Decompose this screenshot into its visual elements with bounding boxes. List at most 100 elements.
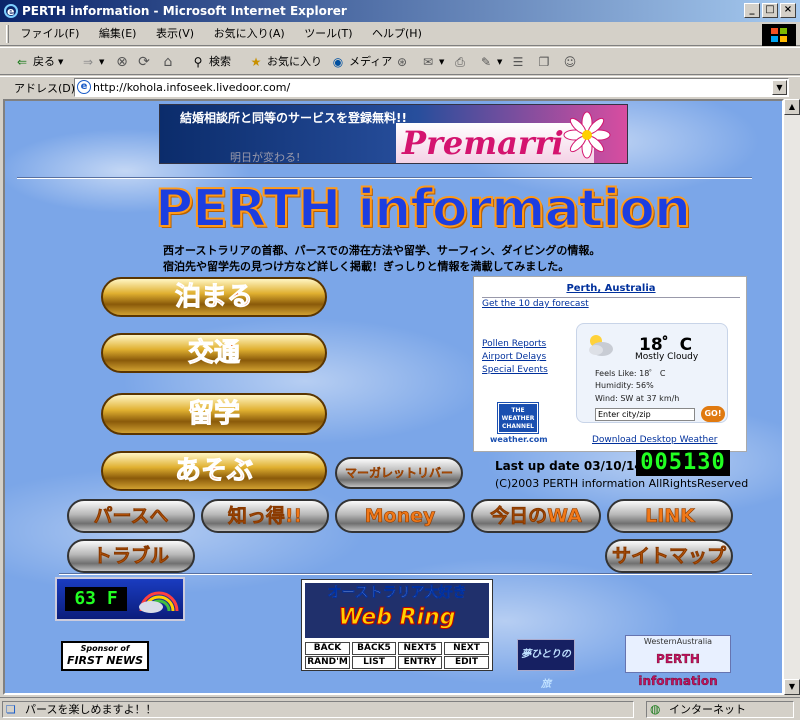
refresh-icon[interactable]: ⟳ <box>136 54 152 70</box>
menu-tools[interactable]: ツール(T) <box>296 22 360 46</box>
scroll-up-icon[interactable]: ▲ <box>784 99 800 115</box>
favorites-label: お気に入り <box>267 55 322 68</box>
pollen-link[interactable]: Pollen Reports <box>482 339 546 349</box>
menu-view[interactable]: 表示(V) <box>148 22 202 46</box>
weather-city-link[interactable]: Perth, Australia <box>566 283 655 294</box>
webring-title-line-1: オーストラリア大好き <box>327 585 467 602</box>
page-description: 西オーストラリアの首都、パースでの滞在方法や留学、サーフィン、ダイビングの情報。… <box>163 243 600 275</box>
webring-next5-button[interactable]: NEXT5 <box>398 642 442 655</box>
menu-edit[interactable]: 編集(E) <box>91 22 145 46</box>
webring-back5-button[interactable]: BACK5 <box>352 642 396 655</box>
sponsor-line-1: Sponsor of <box>80 644 130 653</box>
nav-trouble-button[interactable]: トラブル <box>67 539 195 573</box>
mail-icon[interactable]: ✉ <box>420 54 436 70</box>
search-button[interactable]: ⚲ 検索 <box>190 52 231 72</box>
close-button[interactable]: × <box>780 3 796 18</box>
city-search-input[interactable]: Enter city/zip <box>595 408 695 421</box>
back-dropdown-icon[interactable]: ▼ <box>58 52 63 72</box>
svg-text:e: e <box>7 5 14 18</box>
status-text: パースを楽しめますよ！！ <box>25 703 157 716</box>
edit-page-icon[interactable]: ✎ <box>478 54 494 70</box>
forward-dropdown-icon[interactable]: ▼ <box>99 52 104 72</box>
sponsor-badge[interactable]: Sponsor of FIRST NEWS <box>61 641 149 671</box>
sponsor-line-2: FIRST NEWS <box>66 654 144 667</box>
zone-text: インターネット <box>669 703 746 716</box>
western-australia-banner[interactable]: WesternAustralia PERTH information <box>625 635 731 688</box>
webring-edit-button[interactable]: EDIT <box>444 656 489 669</box>
print-icon[interactable]: ⎙ <box>452 54 468 70</box>
menu-bar: ファイル(F) 編集(E) 表示(V) お気に入り(A) ツール(T) ヘルプ(… <box>0 22 800 46</box>
menu-help[interactable]: ヘルプ(H) <box>364 22 430 46</box>
weather-card: 18゜C Mostly Cloudy Feels Like: 18゜ C Hum… <box>576 323 728 423</box>
nav-money-button[interactable]: Money <box>335 499 465 533</box>
airport-link[interactable]: Airport Delays <box>482 352 546 362</box>
nav-tomaru-button[interactable]: 泊まる <box>101 277 327 317</box>
window-title: PERTH information - Microsoft Internet E… <box>22 4 347 18</box>
wa-banner-line-1: WesternAustralia <box>643 637 713 646</box>
webring-random-button[interactable]: RAND'M <box>305 656 350 669</box>
mail-dropdown-icon[interactable]: ▼ <box>439 52 444 72</box>
nav-margaret-river-button[interactable]: マーガレットリバー <box>335 457 463 489</box>
edit-dropdown-icon[interactable]: ▼ <box>497 52 502 72</box>
nav-perth-button[interactable]: パースへ <box>67 499 195 533</box>
back-arrow-icon: ⇐ <box>16 55 28 69</box>
page-title: PERTH information <box>154 178 692 240</box>
rainbow-cloud-icon <box>139 591 179 613</box>
nav-sitemap-button[interactable]: サイトマップ <box>605 539 733 573</box>
favorites-button[interactable]: ★ お気に入り <box>248 52 322 72</box>
download-weather-link[interactable]: Download Desktop Weather <box>592 435 717 445</box>
home-icon[interactable]: ⌂ <box>160 54 176 70</box>
messenger-icon[interactable]: ☺ <box>562 54 578 70</box>
events-link[interactable]: Special Events <box>482 365 548 375</box>
weather-humidity: Humidity: 56% <box>595 381 654 390</box>
research-icon[interactable]: ❐ <box>536 54 552 70</box>
banner-text: 結婚相談所と同等のサービスを登録無料!! <box>180 111 407 125</box>
forward-button[interactable]: ⇒ ▼ <box>80 52 104 72</box>
nav-shittoku-button[interactable]: 知っ得!! <box>201 499 329 533</box>
webring-list-button[interactable]: LIST <box>352 656 396 669</box>
maximize-button[interactable]: □ <box>762 3 778 18</box>
webring-back-button[interactable]: BACK <box>305 642 350 655</box>
discuss-icon[interactable]: ☰ <box>510 54 526 70</box>
back-label: 戻る <box>33 55 55 68</box>
history-icon[interactable]: ⊛ <box>394 54 410 70</box>
webring-widget: オーストラリア大好き Web Ring BACK BACK5 NEXT5 NEX… <box>301 579 493 671</box>
webring-title-line-2: Web Ring <box>338 605 456 631</box>
description-line-1: 西オーストラリアの首都、パースでの滞在方法や留学、サーフィン、ダイビングの情報。 <box>163 244 601 257</box>
scroll-down-icon[interactable]: ▼ <box>784 679 800 695</box>
weather-wind: Wind: SW at 37 km/h <box>595 394 680 403</box>
copyright: (C)2003 PERTH information AllRightsReser… <box>495 477 749 490</box>
webring-entry-button[interactable]: ENTRY <box>398 656 442 669</box>
media-button[interactable]: ◉ メディア <box>330 52 392 72</box>
nav-wa-button[interactable]: 今日のWA <box>471 499 601 533</box>
address-input[interactable]: e http://kohola.infoseek.livedoor.com/ ▼ <box>74 78 789 97</box>
stop-icon[interactable]: ⊗ <box>114 54 130 70</box>
temperature-widget[interactable]: 63 F <box>55 577 185 621</box>
cloudy-icon <box>589 335 613 356</box>
window-title-bar: e PERTH information - Microsoft Internet… <box>0 0 800 22</box>
webring-next-button[interactable]: NEXT <box>444 642 489 655</box>
premarri-banner-ad[interactable]: 結婚相談所と同等のサービスを登録無料!! 明日が変わる! Premarri <box>159 104 628 164</box>
forecast-link[interactable]: Get the 10 day forecast <box>482 299 589 309</box>
menu-favorites[interactable]: お気に入り(A) <box>206 22 293 46</box>
nav-asobu-button[interactable]: あそぶ <box>101 451 327 491</box>
divider-bottom <box>59 573 752 575</box>
weather-channel-logo[interactable]: THE WEATHER CHANNEL <box>497 402 539 434</box>
weather-site: weather.com <box>490 435 548 444</box>
weather-go-button[interactable]: GO! <box>701 406 725 422</box>
address-dropdown-icon[interactable]: ▼ <box>772 80 787 95</box>
nav-kotsu-button[interactable]: 交通 <box>101 333 327 373</box>
visitor-counter: 005130 <box>636 450 730 476</box>
media-icon: ◉ <box>332 55 344 69</box>
nav-ryugaku-button[interactable]: 留学 <box>101 393 327 435</box>
back-button[interactable]: ⇐ 戻る ▼ <box>14 52 63 72</box>
nav-link-button[interactable]: LINK <box>607 499 733 533</box>
wa-banner-line-2: PERTH information <box>638 652 718 688</box>
security-zone-panel: ◍ インターネット <box>646 701 794 718</box>
web-content: 結婚相談所と同等のサービスを登録無料!! 明日が変わる! Premarri PE… <box>3 99 784 695</box>
minimize-button[interactable]: _ <box>744 3 760 18</box>
webring-title[interactable]: オーストラリア大好き Web Ring <box>305 583 489 638</box>
menu-file[interactable]: ファイル(F) <box>13 22 88 46</box>
yume-banner[interactable]: 夢ひとりの旅 <box>517 639 575 690</box>
vertical-scrollbar[interactable]: ▲ ▼ <box>784 99 800 695</box>
